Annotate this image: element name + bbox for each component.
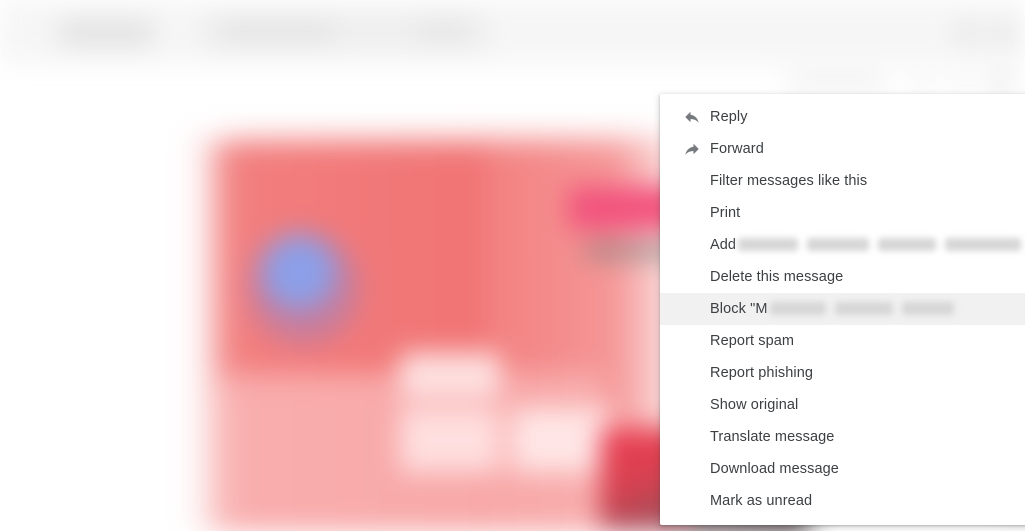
app-logo (58, 20, 154, 46)
menu-item-forward[interactable]: Forward (660, 133, 1025, 165)
menu-item-label: Translate message (710, 429, 835, 445)
redacted-contacts-label-2 (945, 237, 1022, 251)
redacted-sender-name-3 (901, 301, 954, 315)
menu-item-report-spam[interactable]: Report spam (660, 325, 1025, 357)
redacted-sender-name-2 (834, 301, 893, 315)
menu-item-add-to-contacts[interactable]: Add (660, 229, 1025, 261)
menu-item-label: Filter messages like this (710, 173, 868, 189)
menu-item-label: Block "M (710, 301, 768, 317)
search-input-text (222, 24, 332, 38)
menu-item-download-message[interactable]: Download message (660, 453, 1025, 485)
menu-item-translate-message[interactable]: Translate message (660, 421, 1025, 453)
menu-item-label: Add (710, 237, 737, 253)
menu-item-print[interactable]: Print (660, 197, 1025, 229)
menu-item-reply[interactable]: Reply (660, 101, 1025, 133)
menu-item-label: Mark as unread (710, 493, 813, 509)
menu-item-label: Delete this message (710, 269, 844, 285)
menu-item-label: Report spam (710, 333, 795, 349)
forward-icon (682, 139, 702, 159)
menu-item-filter-messages[interactable]: Filter messages like this (660, 165, 1025, 197)
account-avatar[interactable] (992, 20, 1018, 46)
redacted-sender-name (738, 237, 799, 251)
promo-tile-left (400, 408, 500, 472)
redacted-sender-name-2 (807, 237, 870, 251)
apps-icon[interactable] (955, 20, 981, 46)
reply-icon[interactable] (953, 74, 971, 92)
email-client-window: Reply Forward Filter messages like this … (0, 0, 1025, 531)
menu-item-report-phishing[interactable]: Report phishing (660, 357, 1025, 389)
more-options-icon[interactable] (990, 72, 1012, 94)
menu-item-label: Report phishing (710, 365, 814, 381)
menu-item-label: Show original (710, 397, 799, 413)
message-timestamp (788, 77, 886, 88)
menu-item-delete-message[interactable]: Delete this message (660, 261, 1025, 293)
menu-item-show-original[interactable]: Show original (660, 389, 1025, 421)
add-reaction-icon[interactable] (914, 74, 932, 92)
promo-badge-circle (262, 235, 336, 309)
redacted-sender-name (769, 301, 826, 315)
promo-tile-top (400, 352, 500, 396)
menu-item-block-sender[interactable]: Block "M (660, 293, 1025, 325)
redacted-contacts-label (878, 237, 937, 251)
menu-item-label: Download message (710, 461, 839, 477)
search-filter-chip[interactable] (420, 22, 466, 40)
menu-item-label: Print (710, 205, 741, 221)
reply-icon (682, 107, 702, 127)
promo-tile-right (512, 408, 612, 472)
menu-item-mark-as-unread[interactable]: Mark as unread (660, 485, 1025, 517)
message-more-options-menu[interactable]: Reply Forward Filter messages like this … (660, 94, 1025, 525)
